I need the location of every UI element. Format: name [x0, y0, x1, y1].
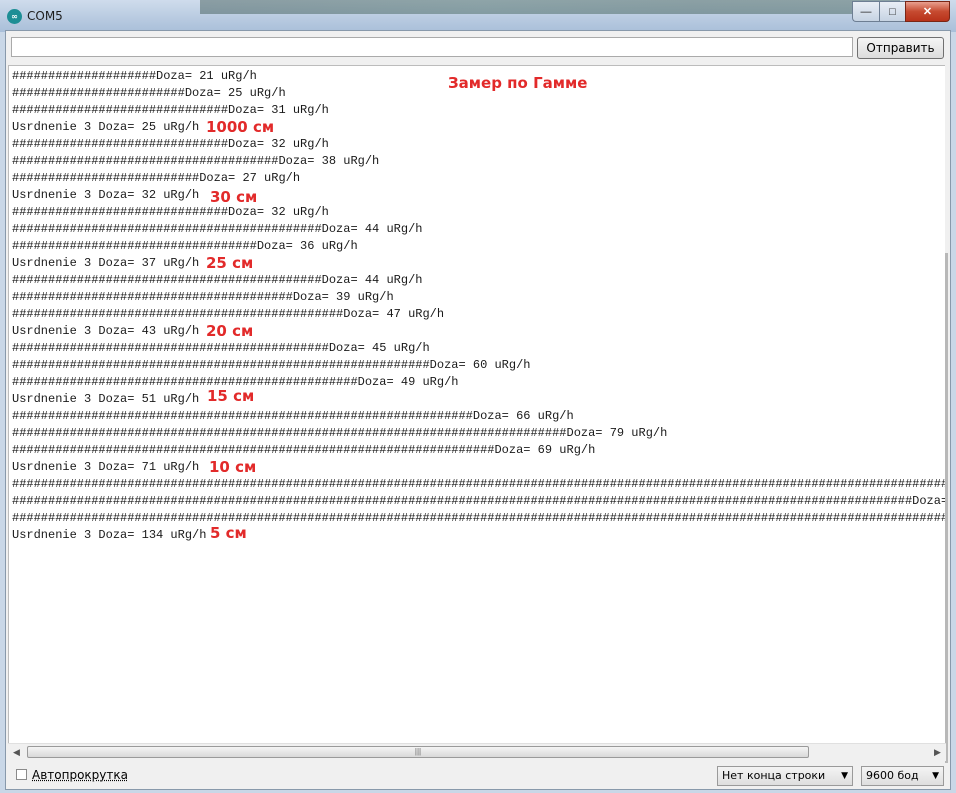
output-line: ##############################Doza= 31 u… — [12, 103, 329, 117]
output-line: ########################################… — [12, 511, 948, 525]
output-line: ########################################… — [12, 443, 596, 457]
minimize-icon: — — [860, 5, 872, 18]
output-line: ########################################… — [12, 477, 948, 491]
send-button[interactable]: Отправить — [857, 37, 944, 59]
window-controls: — □ ✕ — [852, 1, 950, 22]
serial-monitor: Отправить ####################Doza= 21 u… — [5, 30, 951, 790]
annotation-distance: 5 см — [210, 524, 247, 542]
annotation-distance: 1000 см — [206, 118, 275, 136]
output-line: ########################################… — [12, 222, 423, 236]
close-icon: ✕ — [922, 6, 933, 18]
annotation-distance: 25 см — [206, 254, 254, 272]
output-line: ########################################… — [12, 409, 574, 423]
output-line: ########################################… — [12, 273, 423, 287]
maximize-button[interactable]: □ — [879, 1, 905, 22]
annotation-distance: 15 см — [207, 387, 255, 405]
output-line: ########################################… — [12, 494, 948, 508]
autoscroll-label[interactable]: Автопрокрутка — [32, 768, 128, 782]
output-line: Usrdnenie 3 Doza= 51 uRg/h — [12, 392, 200, 406]
autoscroll-checkbox[interactable] — [16, 769, 27, 780]
output-line: ##################################Doza= … — [12, 239, 358, 253]
vertical-scroll-thumb[interactable] — [945, 253, 948, 763]
status-bar: Автопрокрутка Нет конца строки ▼ 9600 бо… — [6, 761, 950, 789]
output-line: ########################################… — [12, 307, 445, 321]
serial-output[interactable]: ####################Doza= 21 uRg/h #####… — [8, 65, 948, 760]
output-line: ########################################… — [12, 341, 430, 355]
window-title: COM5 — [27, 9, 63, 23]
scroll-right-icon[interactable]: ▶ — [929, 744, 946, 761]
annotation-title: Замер по Гамме — [448, 74, 588, 92]
output-line: Usrdnenie 3 Doza= 37 uRg/h — [12, 256, 200, 270]
annotation-distance: 10 см — [209, 458, 257, 476]
arduino-icon: ∞ — [7, 9, 22, 24]
output-line: ########################################… — [12, 358, 531, 372]
output-line: Usrdnenie 3 Doza= 134 uRg/h — [12, 528, 207, 542]
annotation-distance: 30 см — [210, 188, 258, 206]
output-line: ##############################Doza= 32 u… — [12, 205, 329, 219]
baud-rate-select[interactable]: 9600 бод ▼ — [861, 766, 944, 786]
maximize-icon: □ — [889, 5, 896, 18]
line-ending-select[interactable]: Нет конца строки ▼ — [717, 766, 853, 786]
vertical-scrollbar[interactable] — [945, 65, 948, 763]
output-line: ####################Doza= 21 uRg/h — [12, 69, 257, 83]
horizontal-scrollbar[interactable]: ◀ ||| ▶ — [8, 743, 946, 761]
output-line: Usrdnenie 3 Doza= 25 uRg/h — [12, 120, 200, 134]
annotation-distance: 20 см — [206, 322, 254, 340]
send-input[interactable] — [11, 37, 853, 57]
close-button[interactable]: ✕ — [905, 1, 950, 22]
minimize-button[interactable]: — — [852, 1, 879, 22]
background-window-strip — [200, 0, 900, 14]
baud-rate-value: 9600 бод — [866, 769, 919, 782]
title-bar[interactable]: ∞ COM5 — □ ✕ — [0, 0, 956, 32]
output-line: ##########################Doza= 27 uRg/h — [12, 171, 301, 185]
output-line: Usrdnenie 3 Doza= 43 uRg/h — [12, 324, 200, 338]
output-line: Usrdnenie 3 Doza= 32 uRg/h — [12, 188, 200, 202]
chevron-down-icon: ▼ — [841, 771, 848, 781]
scroll-left-icon[interactable]: ◀ — [8, 744, 25, 761]
output-line: #####################################Doz… — [12, 154, 380, 168]
output-line: Usrdnenie 3 Doza= 71 uRg/h — [12, 460, 200, 474]
line-ending-value: Нет конца строки — [722, 769, 826, 782]
horizontal-scroll-thumb[interactable]: ||| — [27, 746, 809, 758]
output-line: ########################Doza= 25 uRg/h — [12, 86, 286, 100]
output-line: #######################################D… — [12, 290, 394, 304]
output-line: ########################################… — [12, 426, 668, 440]
chevron-down-icon: ▼ — [932, 771, 939, 781]
output-line: ##############################Doza= 32 u… — [12, 137, 329, 151]
